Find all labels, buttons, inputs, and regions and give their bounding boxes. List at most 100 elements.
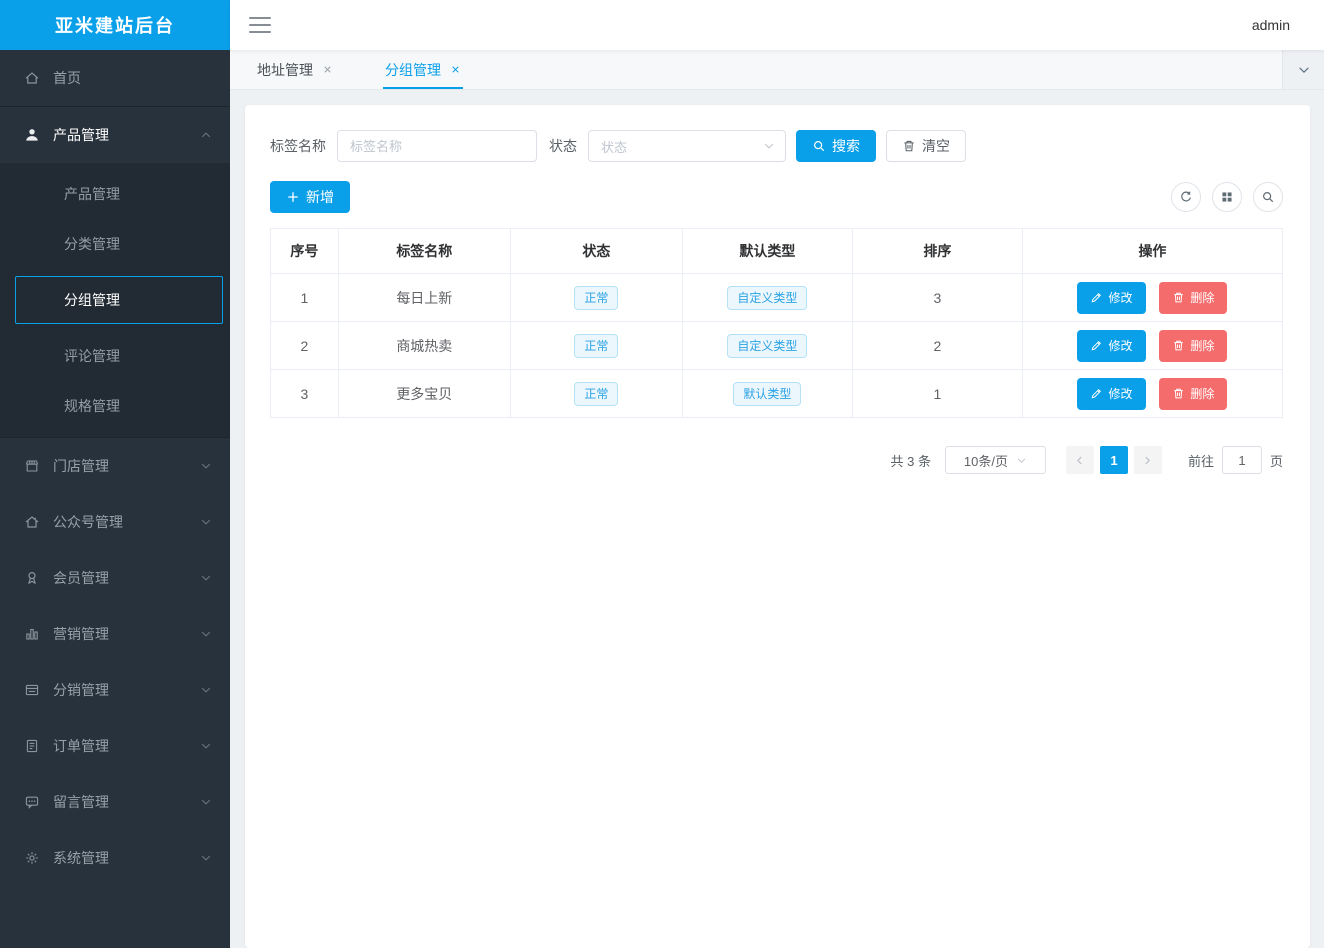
edit-button[interactable]: 修改 [1077,378,1145,410]
edit-button[interactable]: 修改 [1077,282,1145,314]
tab-address-mgmt[interactable]: 地址管理 [243,50,347,89]
app-title: 亚米建站后台 [0,0,230,50]
close-icon[interactable] [322,64,333,75]
type-badge: 自定义类型 [727,286,807,310]
sidebar-subitem-spec[interactable]: 规格管理 [0,381,230,431]
refresh-icon [1179,190,1193,204]
chevron-down-icon [200,460,212,472]
sidebar-item-label: 系统管理 [53,848,109,868]
cell-index: 1 [271,274,339,322]
trash-icon [902,139,916,153]
hamburger-menu-icon[interactable] [248,15,272,35]
sidebar-item-store-mgmt[interactable]: 门店管理 [0,438,230,494]
chevron-down-icon [200,628,212,640]
cell-name: 每日上新 [338,274,510,322]
delete-button[interactable]: 删除 [1159,330,1227,362]
cell-index: 2 [271,322,339,370]
sidebar-item-product-mgmt[interactable]: 产品管理 [0,107,230,163]
grid-icon [1220,190,1234,204]
chevron-up-icon [200,129,212,141]
page-size-value: 10条/页 [964,451,1008,470]
page-size-select[interactable]: 10条/页 [945,446,1046,474]
page-unit-label: 页 [1270,451,1283,470]
delete-button[interactable]: 删除 [1159,378,1227,410]
gear-icon [24,850,40,866]
home-icon [24,70,40,86]
clear-button[interactable]: 清空 [886,130,966,162]
search-button-label: 搜索 [832,136,860,156]
tag-name-input[interactable] [337,130,537,162]
document-icon [24,738,40,754]
sidebar-subitem-label: 产品管理 [64,184,120,204]
cell-index: 3 [271,370,339,418]
delete-button-label: 删除 [1190,385,1214,402]
status-badge: 正常 [574,334,618,358]
table-row: 2 商城热卖 正常 自定义类型 2 [271,322,1283,370]
cell-status: 正常 [510,274,682,322]
status-select[interactable]: 状态 [588,130,786,162]
sidebar-item-label: 订单管理 [53,736,109,756]
page-number-button[interactable]: 1 [1100,446,1128,474]
next-page-button[interactable] [1134,446,1162,474]
tab-group-mgmt[interactable]: 分组管理 [371,50,475,89]
chevron-down-icon [200,852,212,864]
search-button[interactable]: 搜索 [796,130,876,162]
sidebar-item-member-mgmt[interactable]: 会员管理 [0,550,230,606]
tab-label: 分组管理 [385,60,441,80]
zoom-button[interactable] [1253,182,1283,212]
search-icon [812,139,826,153]
add-button[interactable]: 新增 [270,181,350,213]
refresh-button[interactable] [1171,182,1201,212]
data-table: 序号 标签名称 状态 默认类型 排序 操作 1 每日上新 [270,228,1283,418]
add-button-label: 新增 [306,187,334,207]
column-header-status: 状态 [510,229,682,274]
type-badge: 默认类型 [733,382,801,406]
sidebar-subitem-label: 分组管理 [64,290,120,310]
sidebar-item-label: 门店管理 [53,456,109,476]
edit-button[interactable]: 修改 [1077,330,1145,362]
table-row: 1 每日上新 正常 自定义类型 3 [271,274,1283,322]
chat-icon [24,794,40,810]
prev-page-button[interactable] [1066,446,1094,474]
goto-page-input[interactable] [1222,446,1262,474]
sidebar-subitem-product[interactable]: 产品管理 [0,169,230,219]
edit-button-label: 修改 [1108,337,1132,354]
sidebar-item-label: 首页 [53,68,81,88]
close-icon[interactable] [450,64,461,75]
table-header-row: 序号 标签名称 状态 默认类型 排序 操作 [271,229,1283,274]
column-settings-button[interactable] [1212,182,1242,212]
main-area: admin 地址管理 分组管理 标签名称 状态 [230,0,1324,948]
filter-bar: 标签名称 状态 状态 搜索 清空 [270,130,1283,162]
sidebar-item-message-mgmt[interactable]: 留言管理 [0,774,230,830]
sidebar-subitem-group[interactable]: 分组管理 [15,276,223,324]
cell-type: 默认类型 [682,370,852,418]
pencil-icon [1090,387,1103,400]
delete-button[interactable]: 删除 [1159,282,1227,314]
sidebar-item-order-mgmt[interactable]: 订单管理 [0,718,230,774]
medal-icon [24,570,40,586]
chevron-down-icon [763,140,775,152]
trash-icon [1172,339,1185,352]
cell-sort: 1 [852,370,1022,418]
sidebar-item-label: 公众号管理 [53,512,123,532]
sidebar-item-system-mgmt[interactable]: 系统管理 [0,830,230,886]
chevron-down-icon [200,796,212,808]
sidebar-item-marketing-mgmt[interactable]: 营销管理 [0,606,230,662]
table-tools [1171,182,1283,212]
tabs-dropdown-button[interactable] [1282,50,1324,89]
status-badge: 正常 [574,382,618,406]
user-menu[interactable]: admin [1252,17,1290,33]
sidebar-subitem-category[interactable]: 分类管理 [0,219,230,269]
tag-name-label: 标签名称 [270,136,326,156]
bar-chart-icon [24,626,40,642]
sidebar-item-official-account-mgmt[interactable]: 公众号管理 [0,494,230,550]
sidebar-subitem-comment[interactable]: 评论管理 [0,331,230,381]
chevron-down-icon [200,684,212,696]
sidebar-item-distribution-mgmt[interactable]: 分销管理 [0,662,230,718]
clear-button-label: 清空 [922,136,950,156]
chevron-down-icon [1297,63,1311,77]
chevron-down-icon [200,740,212,752]
sidebar-item-home[interactable]: 首页 [0,50,230,106]
cell-name: 商城热卖 [338,322,510,370]
plus-icon [286,190,300,204]
